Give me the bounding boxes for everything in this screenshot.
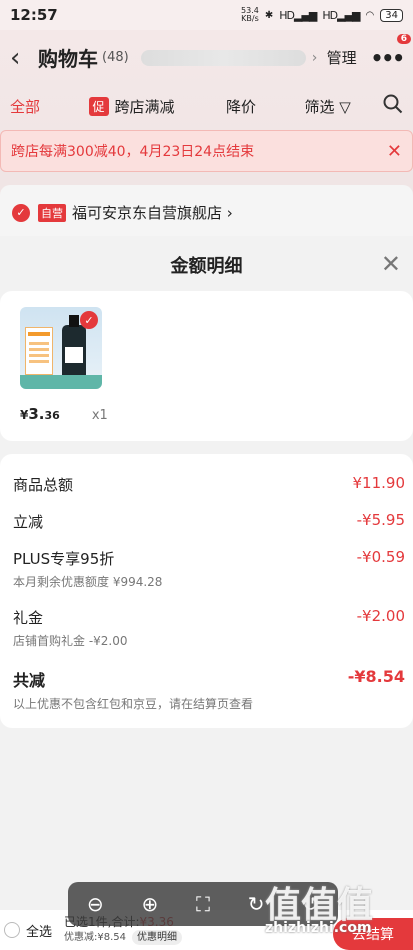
notification-badge: 6	[396, 33, 411, 44]
battery-icon: 34	[380, 8, 403, 22]
gift-money-sub: 店铺首购礼金 -¥2.00	[13, 634, 128, 648]
product-price-row: ¥ 3. 36 x1	[20, 405, 393, 423]
status-bar: 12:57 53.4 KB/s ✱ HD▂▄▆ HD▂▄▆ ◠ 34	[0, 0, 413, 30]
plus-discount-amount: -¥0.59	[356, 548, 405, 566]
zoom-out-icon[interactable]: ⊖	[87, 892, 104, 916]
price-integer: 3.	[28, 405, 45, 423]
close-icon[interactable]: ✕	[387, 141, 402, 162]
watermark: 值值值 zhizhizhi.com	[265, 876, 410, 940]
manage-button[interactable]: 管理	[327, 47, 357, 68]
direct-discount-label: 立减	[13, 513, 44, 531]
filter-tabs: 全部 促 跨店满减 降价 筛选 ▽	[0, 88, 413, 124]
sheet-title: 金额明细	[170, 256, 243, 277]
amount-detail-sheet: 金额明细 ✕ ✓ ¥ 3. 36 x1 商品总额 ¥11.90 立减 -¥5.9…	[0, 236, 413, 886]
product-quantity: x1	[91, 408, 108, 423]
funnel-icon: ▽	[339, 97, 351, 116]
tab-all[interactable]: 全部	[10, 96, 89, 117]
tab-promo-label: 跨店满减	[114, 97, 175, 116]
price-decimal: 36	[44, 409, 60, 422]
gift-money-label: 礼金	[13, 609, 44, 627]
product-floor-graphic	[20, 375, 102, 389]
rotate-icon[interactable]: ↻	[248, 892, 265, 916]
bluetooth-icon: ✱	[264, 9, 274, 21]
tab-filter-label: 筛选	[304, 97, 335, 116]
line-gift-money: 礼金 店铺首购礼金 -¥2.00 -¥2.00	[13, 607, 405, 649]
self-operated-tag: 自营	[38, 203, 66, 222]
more-icon[interactable]: ••• 6	[371, 33, 411, 70]
promo-banner: 跨店每满300减40，4月23日24点结束 ✕	[0, 130, 413, 172]
wifi-icon: ◠	[365, 9, 375, 21]
zoom-in-icon[interactable]: ⊕	[141, 892, 158, 916]
total-label: 商品总额	[13, 476, 74, 494]
product-image[interactable]: ✓	[20, 307, 102, 389]
line-total-savings: 共减 以上优惠不包含红包和京豆，请在结算页查看 -¥8.54	[13, 667, 405, 712]
checked-icon[interactable]: ✓	[12, 203, 30, 222]
back-icon[interactable]: ‹	[10, 43, 34, 73]
product-card: ✓ ¥ 3. 36 x1	[0, 291, 413, 441]
checked-icon: ✓	[80, 311, 98, 329]
total-savings-amount: -¥8.54	[347, 667, 405, 686]
cart-count: (48)	[102, 50, 129, 65]
search-icon[interactable]	[383, 94, 403, 118]
total-amount: ¥11.90	[352, 474, 406, 492]
cart-header: ‹ 购物车 (48) › 管理 ••• 6	[0, 30, 413, 85]
address-blurred[interactable]	[140, 49, 306, 66]
plus-discount-label: PLUS专享95折	[13, 550, 115, 568]
line-total: 商品总额 ¥11.90	[13, 474, 405, 495]
fullscreen-icon[interactable]: ⛶	[196, 892, 210, 916]
direct-discount-amount: -¥5.95	[356, 511, 405, 529]
close-icon[interactable]: ✕	[381, 250, 401, 278]
line-direct-discount: 立减 -¥5.95	[13, 511, 405, 532]
line-plus-discount: PLUS专享95折 本月剩余优惠额度 ¥994.28 -¥0.59	[13, 548, 405, 590]
signal-icon-1: HD▂▄▆	[279, 8, 317, 22]
price-symbol: ¥	[20, 408, 29, 422]
shop-row[interactable]: ✓ 自营 福可安京东自营旗舰店 ›	[0, 185, 413, 240]
promo-banner-text: 跨店每满300减40，4月23日24点结束	[11, 144, 255, 160]
total-savings-label: 共减	[13, 671, 46, 690]
select-all-label[interactable]: 全选	[26, 921, 52, 940]
tab-cross-store-promo[interactable]: 促 跨店满减	[88, 96, 226, 117]
amount-breakdown: 商品总额 ¥11.90 立减 -¥5.95 PLUS专享95折 本月剩余优惠额度…	[0, 454, 413, 728]
chevron-right-icon[interactable]: ›	[222, 204, 233, 222]
page-title: 购物车	[38, 47, 98, 71]
promo-tag: 促	[88, 96, 109, 116]
gift-money-amount: -¥2.00	[356, 607, 405, 625]
watermark-url: zhizhizhi.com	[265, 920, 372, 936]
tab-price-drop[interactable]: 降价	[226, 96, 305, 117]
product-box-graphic	[25, 327, 53, 375]
total-savings-sub: 以上优惠不包含红包和京豆，请在结算页查看	[13, 697, 254, 711]
sheet-header: 金额明细 ✕	[0, 236, 413, 294]
status-time: 12:57	[10, 6, 58, 24]
plus-discount-sub: 本月剩余优惠额度 ¥994.28	[13, 575, 163, 589]
savings-row: 优惠减:¥8.54 优惠明细	[64, 930, 183, 945]
net-speed: 53.4 KB/s	[241, 6, 259, 23]
tab-filter[interactable]: 筛选 ▽	[304, 96, 383, 117]
discount-detail-button[interactable]: 优惠明细	[132, 930, 183, 945]
signal-icon-2: HD▂▄▆	[322, 8, 360, 22]
shop-name[interactable]: 福可安京东自营旗舰店	[72, 202, 222, 223]
chevron-right-icon[interactable]: ›	[312, 50, 318, 66]
select-all-checkbox[interactable]	[4, 922, 20, 938]
status-icons: 53.4 KB/s ✱ HD▂▄▆ HD▂▄▆ ◠ 34	[241, 7, 403, 23]
